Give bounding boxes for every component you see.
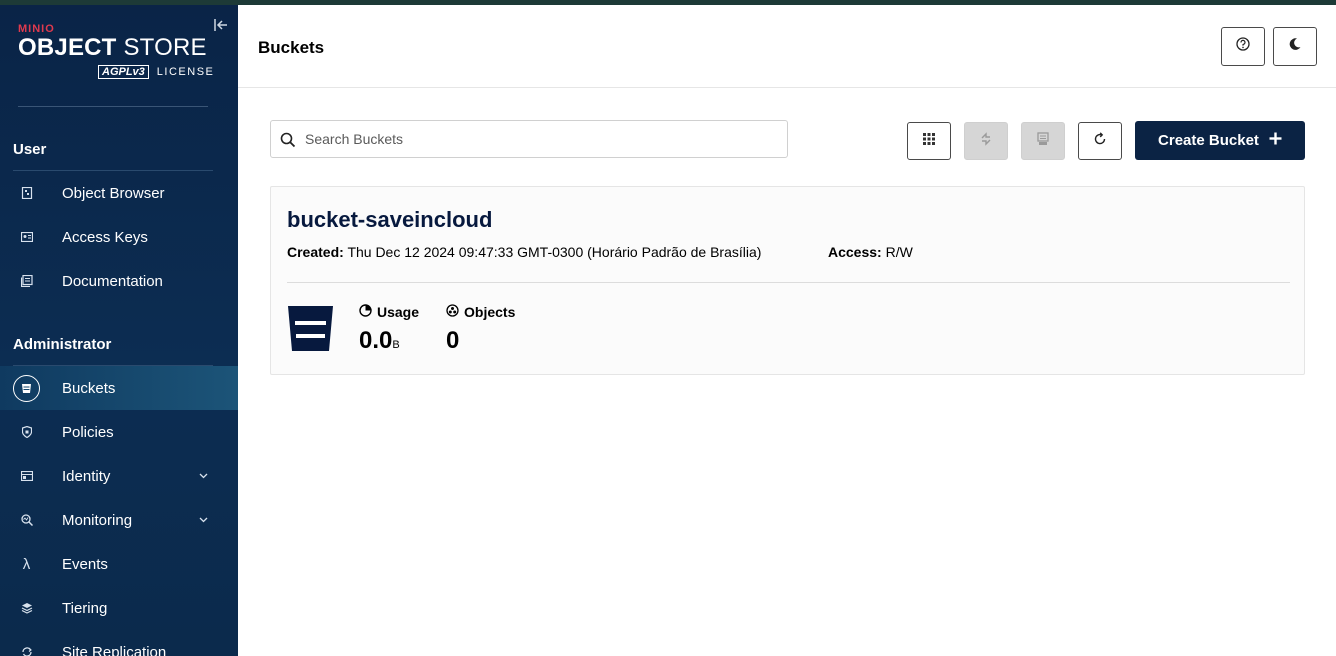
refresh-button[interactable] — [1078, 122, 1122, 160]
lifecycle-icon — [1036, 131, 1050, 151]
bucket-access: Access: R/W — [828, 244, 913, 260]
usage-unit: B — [392, 339, 400, 351]
sidebar: MINIO OBJECT STORE AGPLv3 LICENSE User O… — [0, 5, 238, 656]
chevron-down-icon[interactable] — [199, 471, 208, 482]
sidebar-item-policies[interactable]: Policies — [0, 410, 238, 454]
sidebar-item-tiering[interactable]: Tiering — [0, 586, 238, 630]
create-bucket-button[interactable]: Create Bucket — [1135, 121, 1305, 160]
access-keys-icon — [13, 224, 40, 251]
sidebar-item-documentation[interactable]: Documentation — [0, 259, 238, 303]
lambda-icon: λ — [22, 555, 31, 573]
bucket-name[interactable]: bucket-saveincloud — [287, 207, 492, 233]
usage-number: 0.0 — [359, 327, 393, 354]
grid-view-button[interactable] — [907, 122, 951, 160]
created-value: Thu Dec 12 2024 09:47:33 GMT-0300 (Horár… — [347, 244, 762, 260]
objects-icon — [446, 304, 459, 320]
sidebar-item-label: Tiering — [62, 599, 108, 617]
sidebar-item-label: Access Keys — [62, 228, 148, 246]
license-row: AGPLv3 LICENSE — [98, 65, 214, 79]
collapse-sidebar-icon[interactable] — [213, 17, 229, 33]
object-browser-icon — [13, 180, 40, 207]
moon-icon — [1288, 37, 1302, 56]
product-name-bold: OBJECT — [18, 34, 117, 61]
product-name: OBJECT STORE — [18, 35, 218, 61]
card-divider — [287, 282, 1290, 283]
replication-icon — [979, 131, 993, 151]
objects-label-text: Objects — [464, 304, 516, 320]
product-name-light: STORE — [123, 34, 207, 61]
sidebar-item-label: Events — [62, 555, 108, 573]
created-label: Created: — [287, 244, 344, 260]
minio-logo: MINIO OBJECT STORE AGPLv3 LICENSE — [18, 23, 218, 85]
search-buckets — [270, 120, 788, 158]
set-replication-button[interactable] — [964, 122, 1008, 160]
sidebar-item-label: Monitoring — [62, 511, 133, 529]
bucket-icon — [13, 374, 40, 402]
agpl-badge: AGPLv3 — [98, 65, 149, 79]
bucket-created: Created: Thu Dec 12 2024 09:47:33 GMT-03… — [287, 244, 761, 260]
sidebar-item-label: Documentation — [62, 272, 163, 290]
documentation-icon — [13, 268, 40, 295]
sidebar-item-site-replication[interactable]: Site Replication — [0, 630, 238, 656]
access-label: Access: — [828, 244, 882, 260]
page-header: Buckets — [238, 5, 1336, 88]
license-label: LICENSE — [156, 66, 215, 78]
sidebar-item-monitoring[interactable]: Monitoring — [0, 498, 238, 542]
create-bucket-label: Create Bucket — [1158, 132, 1259, 149]
shield-icon — [13, 419, 40, 446]
sidebar-item-buckets[interactable]: Buckets — [0, 366, 238, 410]
sidebar-item-label: Policies — [62, 423, 114, 441]
bucket-card[interactable]: bucket-saveincloud Created: Thu Dec 12 2… — [270, 186, 1305, 375]
objects-value: 0 — [446, 327, 460, 354]
help-button[interactable] — [1221, 27, 1265, 66]
grid-icon — [922, 132, 936, 151]
help-icon — [1236, 37, 1250, 56]
plus-icon — [1269, 132, 1282, 149]
layers-icon — [13, 595, 40, 622]
sidebar-item-identity[interactable]: Identity — [0, 454, 238, 498]
search-input[interactable] — [305, 121, 775, 157]
chevron-down-icon[interactable] — [199, 515, 208, 526]
usage-value: 0.0B — [359, 327, 400, 355]
logo-divider — [18, 106, 208, 107]
access-value: R/W — [885, 244, 913, 260]
page-title: Buckets — [258, 38, 325, 57]
sidebar-item-label: Site Replication — [62, 643, 167, 656]
dark-mode-toggle[interactable] — [1273, 27, 1317, 66]
usage-label-text: Usage — [377, 304, 420, 320]
identity-icon — [13, 463, 40, 490]
sidebar-item-label: Identity — [62, 467, 111, 485]
monitoring-icon — [13, 507, 40, 534]
sidebar-item-label: Buckets — [62, 379, 116, 397]
pie-chart-icon — [359, 304, 372, 320]
objects-label: Objects — [446, 304, 515, 320]
section-label-administrator: Administrator — [13, 336, 112, 353]
sidebar-item-object-browser[interactable]: Object Browser — [0, 171, 238, 215]
bucket-icon — [287, 305, 334, 352]
sidebar-item-label: Object Browser — [62, 184, 165, 202]
usage-label: Usage — [359, 304, 419, 320]
set-lifecycle-button[interactable] — [1021, 122, 1065, 160]
sidebar-item-access-keys[interactable]: Access Keys — [0, 215, 238, 259]
section-label-user: User — [13, 141, 47, 158]
search-icon — [280, 132, 296, 148]
replication-icon — [13, 639, 40, 656]
sidebar-item-events[interactable]: λ Events — [0, 542, 238, 586]
refresh-icon — [1093, 131, 1107, 151]
